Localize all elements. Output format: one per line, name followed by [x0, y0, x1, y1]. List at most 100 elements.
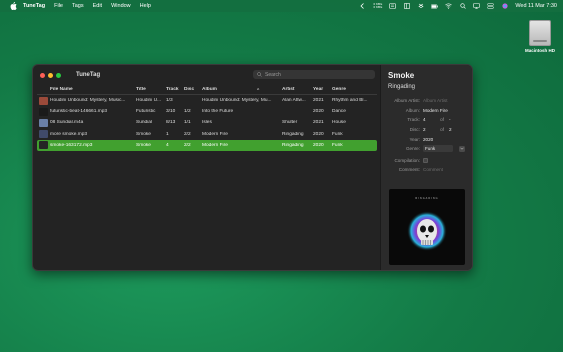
- album-row: Album: Modern Fire: [388, 106, 467, 116]
- col-album[interactable]: Album ^: [201, 87, 281, 92]
- row-thumbnail: [37, 107, 49, 116]
- skull-artwork-image: [407, 211, 447, 251]
- zoom-button[interactable]: [56, 72, 61, 78]
- screen-mirroring-icon[interactable]: [473, 3, 481, 10]
- compilation-label: Compilation:: [394, 157, 420, 163]
- col-disc[interactable]: Disc: [183, 87, 201, 92]
- chevron-left-icon[interactable]: [359, 3, 366, 10]
- menu-file[interactable]: File: [54, 3, 63, 9]
- row-thumbnail: [37, 118, 49, 127]
- cell-track: 1: [166, 131, 169, 137]
- cell-genre: Funk: [332, 131, 343, 137]
- menu-window[interactable]: Window: [111, 3, 131, 9]
- minimize-button[interactable]: [48, 72, 53, 78]
- cell-album: Modern Fire: [202, 131, 228, 137]
- menu-app-name[interactable]: TuneTag: [23, 3, 45, 9]
- chevron-down-icon[interactable]: [459, 145, 465, 152]
- cell-album: Into the Future: [202, 109, 234, 115]
- disc-field[interactable]: 2: [423, 127, 435, 132]
- wifi-icon[interactable]: [445, 3, 453, 10]
- album-field[interactable]: Modern Fire: [423, 108, 448, 113]
- search-field[interactable]: Search: [253, 70, 375, 79]
- track-total-field[interactable]: -: [449, 117, 451, 122]
- inspector-fields: Album Artist: Album Artist Album: Modern…: [388, 96, 467, 175]
- cell-disc: 1/2: [184, 109, 191, 115]
- compilation-row: Compilation:: [388, 156, 467, 166]
- sidebar-icon[interactable]: [403, 3, 410, 10]
- year-field[interactable]: 2020: [423, 137, 433, 142]
- menu-extra-icon[interactable]: [389, 3, 397, 10]
- genre-row: Genre: Funk: [388, 144, 467, 154]
- menu-edit[interactable]: Edit: [93, 3, 102, 9]
- cell-disc: 1/1: [184, 120, 191, 126]
- table-row[interactable]: futuristic-beat-146661.mp3 Futuristic 3/10…: [37, 106, 377, 117]
- col-title[interactable]: Title: [135, 87, 165, 92]
- cell-title: Sundial: [136, 120, 153, 126]
- app-window: TuneTag Search File Name Title Track Dis…: [32, 64, 473, 271]
- cell-file-name: smoke-163172.mp3: [50, 142, 93, 148]
- cell-file-name: Houdini Unbound: Mystery, Music...: [50, 98, 126, 104]
- cell-year: 2021: [313, 98, 324, 104]
- dropbox-icon[interactable]: [417, 3, 424, 10]
- hard-drive-icon: [529, 20, 551, 46]
- col-track[interactable]: Track: [165, 87, 183, 92]
- status-area: 0 KB/s 0 KB/s Wed 11 Mar 7:30: [352, 0, 557, 12]
- search-icon: [257, 72, 262, 77]
- cell-year: 2020: [313, 142, 324, 148]
- track-of-label: of: [440, 117, 444, 123]
- cell-artist: Ringading: [282, 142, 304, 148]
- table-row[interactable]: 08 Sundial.m4a Sundial 8/13 1/1 Isles Shulter…: [37, 117, 377, 128]
- cell-title: Smoke: [136, 142, 151, 148]
- desktop-disk[interactable]: Macintosh HD: [522, 20, 558, 53]
- close-button[interactable]: [40, 72, 45, 78]
- inspector-artist: Ringading: [388, 84, 416, 90]
- col-genre[interactable]: Genre: [331, 87, 371, 92]
- compilation-checkbox[interactable]: [423, 157, 428, 163]
- siri-icon[interactable]: [501, 3, 508, 10]
- cell-title: Futuristic: [136, 109, 156, 115]
- album-thumbnail-image: [39, 130, 48, 139]
- col-artist[interactable]: Artist: [281, 87, 312, 92]
- cell-title: Smoke: [136, 131, 151, 137]
- row-thumbnail: [37, 96, 49, 105]
- apple-menu-icon[interactable]: [9, 2, 17, 10]
- genre-select[interactable]: Funk: [423, 145, 465, 153]
- cell-file-name: more smoke.mp3: [50, 131, 88, 137]
- cell-track: 3/10: [166, 109, 176, 115]
- network-stats[interactable]: 0 KB/s 0 KB/s: [373, 2, 383, 9]
- album-artist-field[interactable]: Album Artist: [423, 98, 448, 103]
- table-row[interactable]: Houdini Unbound: Mystery, Music... Houdin…: [37, 95, 377, 106]
- cell-album: Modern Fire: [202, 142, 228, 148]
- album-thumbnail-image: [39, 141, 48, 150]
- year-row: Year: 2020: [388, 134, 467, 144]
- menu-tags[interactable]: Tags: [72, 3, 84, 9]
- genre-field[interactable]: Funk: [423, 145, 453, 153]
- artwork-text: RINGADING: [415, 197, 439, 200]
- col-file-name[interactable]: File Name: [37, 87, 135, 92]
- inspector-title: Smoke: [388, 71, 415, 80]
- cell-title: Houdini U...: [136, 98, 162, 104]
- comment-row: Comment: Comment: [388, 165, 467, 175]
- cell-year: 2020: [313, 109, 324, 115]
- col-year[interactable]: Year: [312, 87, 331, 92]
- menu-help[interactable]: Help: [140, 3, 151, 9]
- track-field[interactable]: 4: [423, 117, 435, 122]
- disc-total-field[interactable]: 2: [449, 127, 452, 132]
- control-center-icon[interactable]: [487, 3, 495, 10]
- album-artist-label: Album Artist:: [394, 98, 420, 104]
- table-header: File Name Title Track Disc Album ^ Artis…: [37, 85, 377, 95]
- cell-track: 4: [166, 142, 169, 148]
- search-spotlight-icon[interactable]: [459, 3, 466, 10]
- comment-field[interactable]: Comment: [423, 167, 443, 172]
- cell-track: 1/3: [166, 98, 173, 104]
- net-down: 0 KB/s: [373, 5, 383, 9]
- album-artwork[interactable]: RINGADING: [389, 189, 465, 265]
- cell-artist: Ringading: [282, 131, 304, 137]
- table-row[interactable]: smoke-163172.mp3 Smoke 4 2/2 Modern Fire Ring…: [37, 139, 377, 151]
- inspector-panel: Smoke Ringading Album Artist: Album Arti…: [380, 65, 472, 270]
- cell-disc: 2/2: [184, 142, 191, 148]
- album-label: Album:: [405, 107, 420, 113]
- menu-clock[interactable]: Wed 11 Mar 7:30: [515, 3, 557, 9]
- battery-icon[interactable]: [431, 3, 439, 10]
- table-row[interactable]: more smoke.mp3 Smoke 1 2/2 Modern Fire Ringad…: [37, 129, 377, 140]
